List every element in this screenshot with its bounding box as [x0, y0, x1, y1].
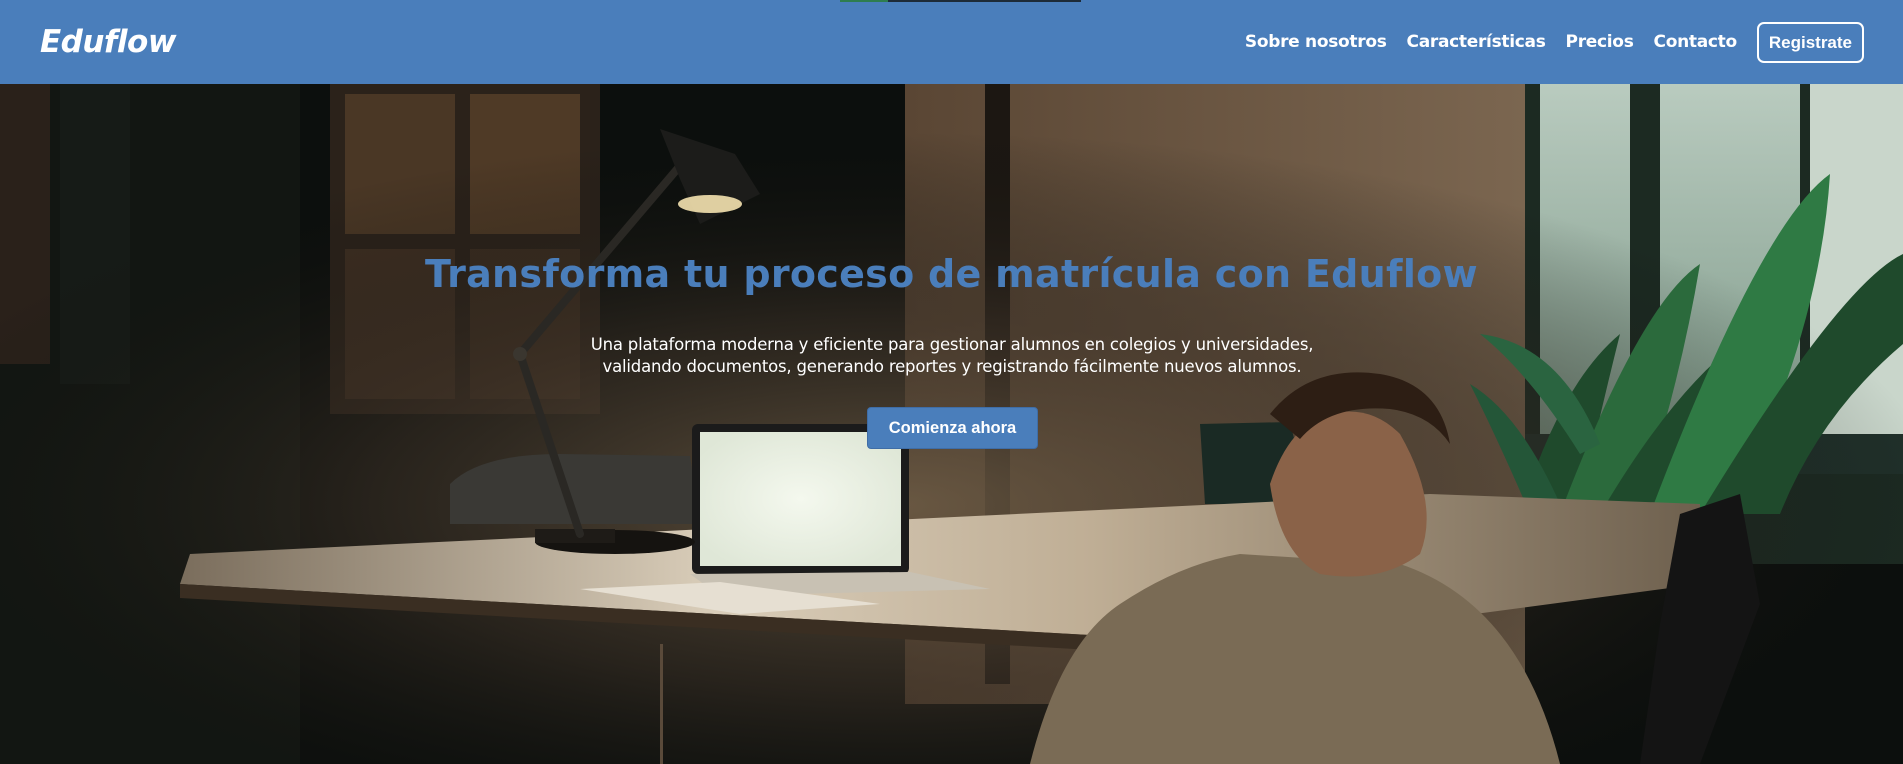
- get-started-button[interactable]: Comienza ahora: [867, 407, 1038, 449]
- logo[interactable]: Eduflow: [40, 24, 177, 60]
- hero-subtitle: Una plataforma moderna y eficiente para …: [590, 335, 1314, 376]
- nav-link-contact[interactable]: Contacto: [1654, 32, 1738, 52]
- nav-link-features[interactable]: Características: [1407, 32, 1546, 52]
- nav-link-about[interactable]: Sobre nosotros: [1245, 32, 1387, 52]
- hero-title: Transforma tu proceso de matrícula con E…: [425, 252, 1478, 296]
- top-navbar: Eduflow Sobre nosotros Características P…: [0, 0, 1903, 84]
- nav-links: Sobre nosotros Características Precios C…: [1245, 21, 1864, 63]
- nav-link-pricing[interactable]: Precios: [1566, 32, 1634, 52]
- register-button[interactable]: Registrate: [1756, 21, 1864, 63]
- top-progress-line: [840, 0, 1081, 2]
